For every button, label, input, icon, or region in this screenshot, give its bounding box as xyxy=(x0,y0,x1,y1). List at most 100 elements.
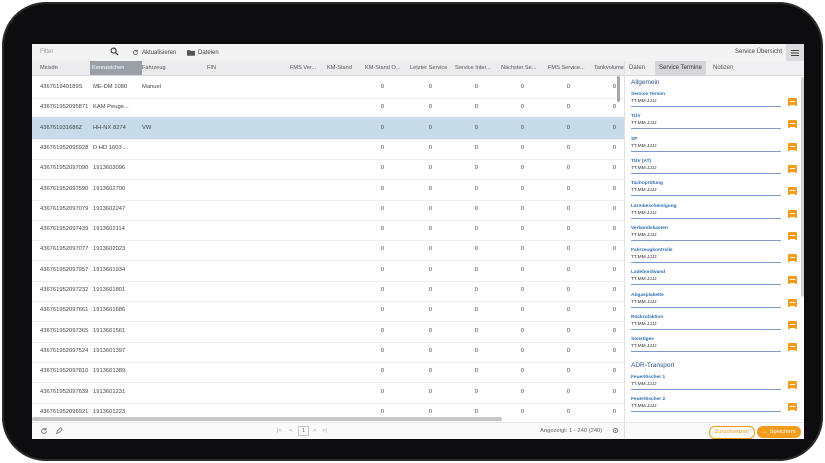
calendar-icon[interactable] xyxy=(788,98,797,106)
pager-last[interactable]: >| xyxy=(322,428,327,434)
date-field[interactable]: TT.MM.JJJJ xyxy=(631,404,657,409)
grid-horizontal-scrollbar[interactable] xyxy=(32,417,502,421)
cell-value: 0 xyxy=(612,124,616,131)
cell-value: 0 xyxy=(566,205,570,212)
field-underline xyxy=(631,150,781,152)
calendar-icon[interactable] xyxy=(788,321,797,329)
calendar-icon[interactable] xyxy=(788,343,797,352)
col-fin[interactable]: FIN xyxy=(207,65,216,71)
menu-button[interactable] xyxy=(786,44,804,61)
calendar-icon[interactable] xyxy=(788,187,797,196)
date-field[interactable]: TT.MM.JJJJ xyxy=(631,300,657,305)
calendar-icon[interactable] xyxy=(788,142,797,151)
cell-value: 0 xyxy=(380,205,384,212)
calendar-icon[interactable] xyxy=(788,298,797,307)
tab-notizen[interactable]: Notizen xyxy=(709,61,737,75)
files-button[interactable]: Dateien xyxy=(187,49,219,56)
field-underline xyxy=(631,329,781,330)
cell-kennzeichen: 1913602247 xyxy=(93,205,126,212)
edit-icon[interactable] xyxy=(55,427,63,437)
cell-msisdn: 436761952097079 xyxy=(40,205,89,212)
date-field[interactable]: TT.MM.JJJJ xyxy=(631,99,657,104)
cell-kennzeichen: 1913601389 xyxy=(93,368,126,375)
field-underline xyxy=(631,351,781,353)
calendar-icon[interactable] xyxy=(788,380,797,389)
pager-first[interactable]: |< xyxy=(277,428,282,434)
calendar-icon[interactable] xyxy=(788,402,797,411)
cell-value: 0 xyxy=(566,388,570,395)
date-field[interactable]: TT.MM.JJJJ xyxy=(631,211,657,216)
col-msisdn[interactable]: Msisdn xyxy=(40,65,58,71)
save-button[interactable]: ← Speichern xyxy=(757,426,801,438)
date-field[interactable]: TT.MM.JJJJ xyxy=(631,255,657,260)
cell-value: 0 xyxy=(380,368,384,375)
hamburger-icon xyxy=(791,49,799,56)
panel-scrollbar[interactable] xyxy=(801,77,804,297)
tab-service-termine[interactable]: Service Termine xyxy=(655,61,706,75)
cell-value: 0 xyxy=(428,287,432,293)
col-service-inter[interactable]: Service Inter... xyxy=(455,65,495,71)
search-icon[interactable] xyxy=(110,47,119,58)
pager-page[interactable]: 1 xyxy=(298,426,310,436)
pager-prev[interactable]: < xyxy=(289,428,292,434)
tab-daten[interactable]: Daten xyxy=(625,61,649,75)
cell-value: 0 xyxy=(428,104,432,111)
date-field[interactable]: TT.MM.JJJJ xyxy=(631,166,657,171)
cell-value: 0 xyxy=(612,104,616,111)
panel-footer: Zurücksetzen ← Speichern xyxy=(625,422,804,439)
cell-value: 0 xyxy=(380,226,384,233)
cell-value: 0 xyxy=(474,124,478,131)
cell-value: 0 xyxy=(380,246,384,253)
col-km-stand-o[interactable]: KM-Stand O... xyxy=(365,65,405,71)
cell-value: 0 xyxy=(520,246,524,253)
calendar-icon[interactable] xyxy=(788,254,797,263)
cell-value: 0 xyxy=(566,327,570,334)
cell-value: 0 xyxy=(380,388,384,395)
col-kennzeichen[interactable]: Kennzeichen xyxy=(90,61,142,75)
date-field[interactable]: TT.MM.JJJJ xyxy=(631,144,657,149)
calendar-icon[interactable] xyxy=(788,276,797,285)
date-field[interactable]: TT.MM.JJJJ xyxy=(631,277,657,282)
date-field[interactable]: TT.MM.JJJJ xyxy=(631,121,657,126)
grid-header: Msisdn Kennzeichen Fahrzeug FIN FMS Ver.… xyxy=(32,61,624,76)
date-field[interactable]: TT.MM.JJJJ xyxy=(631,322,657,327)
vehicle-grid: Msisdn Kennzeichen Fahrzeug FIN FMS Ver.… xyxy=(32,61,624,439)
pager-next[interactable]: > xyxy=(313,428,316,434)
refresh-button[interactable]: Aktualisieren xyxy=(132,49,176,56)
col-km-stand[interactable]: KM-Stand xyxy=(327,65,357,71)
cell-fahrzeug: VW xyxy=(142,124,152,131)
field-label: SP xyxy=(631,136,638,142)
col-letzter-service[interactable]: Letzter Service xyxy=(410,65,452,71)
col-tankvolumen[interactable]: Tankvolumen xyxy=(594,65,624,71)
reset-button[interactable]: Zurücksetzen xyxy=(709,426,755,439)
date-field[interactable]: TT.MM.JJJJ xyxy=(631,188,657,193)
calendar-icon[interactable] xyxy=(788,209,797,218)
cell-value: 0 xyxy=(474,185,478,192)
cell-msisdn: 436761952097365 xyxy=(40,327,89,334)
folder-icon xyxy=(187,50,195,56)
col-fms-ver[interactable]: FMS Ver... xyxy=(290,65,322,71)
field-underline xyxy=(631,128,781,130)
col-naechster-se[interactable]: Nächster Se... xyxy=(501,65,541,71)
calendar-icon[interactable] xyxy=(788,120,797,129)
cell-kennzeichen: 1913601397 xyxy=(93,347,126,354)
calendar-icon[interactable] xyxy=(788,164,797,173)
calendar-icon[interactable] xyxy=(788,231,797,240)
cell-msisdn: 436761952097077 xyxy=(40,246,89,253)
date-field[interactable]: TT.MM.JJJJ xyxy=(631,233,657,238)
date-field[interactable]: TT.MM.JJJJ xyxy=(631,382,657,387)
date-field[interactable]: TT.MM.JJJJ xyxy=(631,344,657,349)
grid-vertical-scrollbar[interactable] xyxy=(617,76,620,102)
refresh-icon[interactable] xyxy=(40,427,48,437)
filter-input[interactable]: Filter xyxy=(40,49,53,55)
cell-value: 0 xyxy=(566,165,570,172)
field-label: TÜV xyxy=(631,114,641,120)
cell-value: 0 xyxy=(474,408,478,415)
field-underline xyxy=(631,195,781,197)
cell-kennzeichen: 1913602023 xyxy=(93,246,126,253)
row-count: Angezeigt: 1 - 240 (240) xyxy=(540,428,603,434)
field-label: TÜV (AT) xyxy=(631,158,652,164)
settings-icon[interactable] xyxy=(612,427,619,436)
col-fms-service[interactable]: FMS Service... xyxy=(548,65,590,71)
col-fahrzeug[interactable]: Fahrzeug xyxy=(142,65,166,71)
